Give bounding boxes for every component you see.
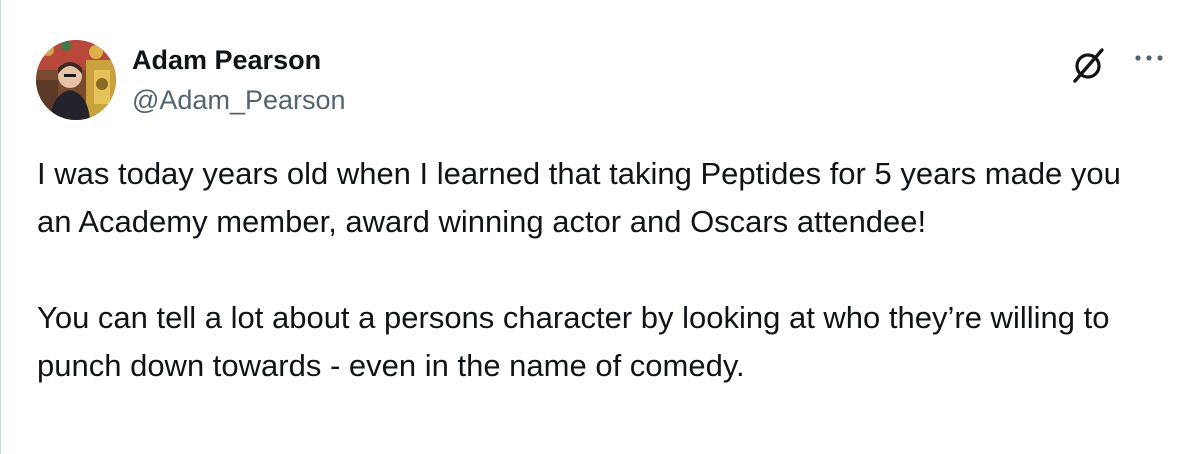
avatar[interactable] — [36, 40, 116, 120]
more-options-icon[interactable] — [1129, 44, 1169, 72]
tweet-card: Adam Pearson @Adam_Pearson I was today y… — [0, 0, 1194, 454]
grok-icon[interactable] — [1069, 46, 1107, 84]
tweet-paragraph: You can tell a lot about a persons chara… — [37, 300, 1110, 383]
tweet-text: I was today years old when I learned tha… — [37, 150, 1157, 390]
avatar-photo-icon — [36, 40, 116, 120]
author-display-name[interactable]: Adam Pearson — [132, 44, 321, 76]
tweet-paragraph: I was today years old when I learned tha… — [37, 156, 1121, 239]
author-handle[interactable]: @Adam_Pearson — [132, 84, 346, 116]
